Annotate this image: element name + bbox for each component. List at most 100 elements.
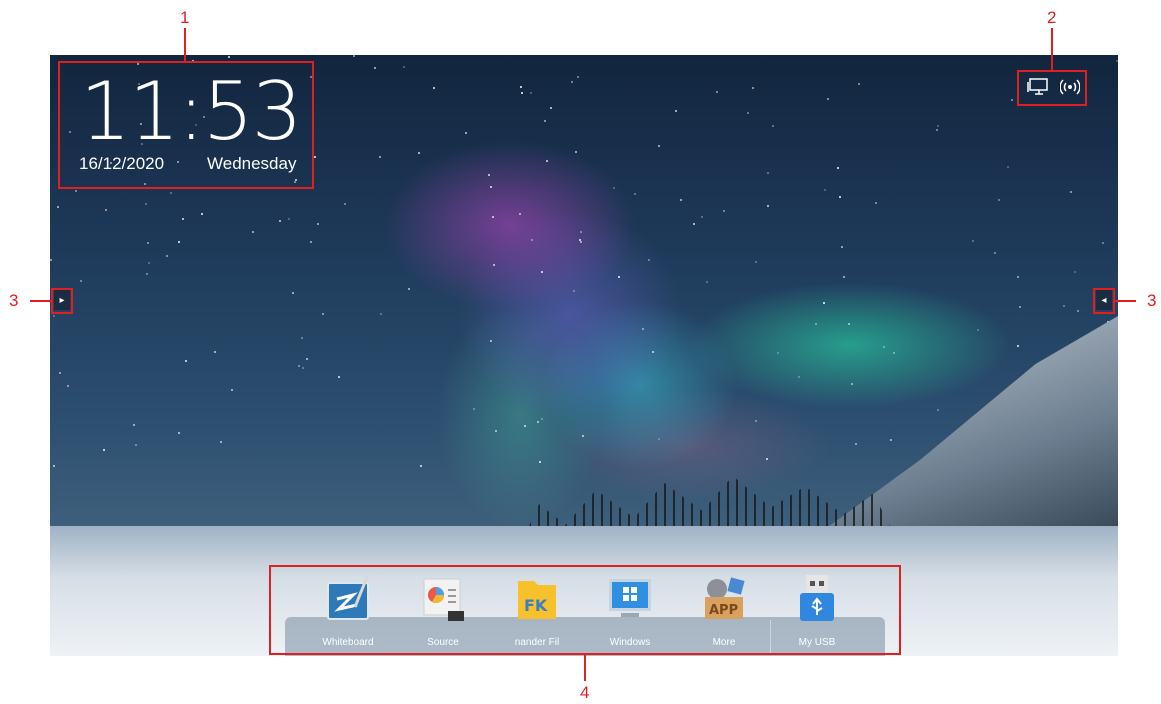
- star: [893, 352, 895, 354]
- callout-2: 2: [1047, 8, 1057, 27]
- star: [571, 81, 573, 83]
- star: [185, 360, 187, 362]
- star: [550, 107, 552, 109]
- star: [524, 425, 526, 427]
- star: [231, 389, 233, 391]
- star: [228, 56, 230, 58]
- star: [1070, 191, 1072, 193]
- star: [301, 337, 303, 339]
- star: [490, 340, 492, 342]
- star: [777, 352, 779, 354]
- star: [147, 242, 149, 244]
- star: [680, 199, 682, 201]
- star: [50, 259, 52, 261]
- star: [135, 444, 137, 446]
- star: [618, 276, 620, 278]
- star: [59, 372, 61, 374]
- star: [302, 367, 304, 369]
- annotation-leader-2: [1051, 28, 1053, 70]
- callout-3-right: 3: [1147, 291, 1157, 310]
- star: [855, 443, 857, 445]
- star: [374, 67, 376, 69]
- star: [648, 259, 650, 261]
- star: [178, 432, 180, 434]
- star: [642, 328, 644, 330]
- star: [716, 91, 718, 93]
- annotation-box-right-handle: [1093, 288, 1115, 314]
- star: [292, 292, 294, 294]
- star: [490, 186, 492, 188]
- star: [214, 351, 216, 353]
- star: [577, 76, 579, 78]
- star: [541, 271, 543, 273]
- star: [166, 255, 168, 257]
- star: [495, 430, 497, 432]
- star: [815, 323, 817, 325]
- star: [433, 87, 435, 89]
- star: [531, 239, 533, 241]
- star: [851, 383, 853, 385]
- star: [178, 241, 180, 243]
- star: [841, 246, 843, 248]
- star: [747, 112, 749, 114]
- star: [858, 83, 860, 85]
- star: [972, 240, 974, 242]
- star: [170, 192, 172, 194]
- star: [105, 209, 107, 211]
- star: [994, 252, 996, 254]
- star: [353, 55, 355, 57]
- star: [693, 223, 695, 225]
- star: [767, 172, 769, 174]
- star: [827, 98, 829, 100]
- star: [322, 313, 324, 315]
- star: [890, 439, 892, 441]
- annotation-leader-1: [184, 28, 186, 61]
- star: [279, 220, 281, 222]
- star: [579, 239, 581, 241]
- star: [546, 160, 548, 162]
- star: [1116, 60, 1118, 62]
- star: [306, 358, 308, 360]
- star: [580, 231, 582, 233]
- star: [338, 376, 340, 378]
- star: [379, 156, 381, 158]
- star: [998, 199, 1000, 201]
- callout-1: 1: [180, 8, 190, 27]
- star: [420, 465, 422, 467]
- star: [408, 288, 410, 290]
- star: [201, 213, 203, 215]
- callout-3-left: 3: [9, 291, 19, 310]
- star: [520, 86, 522, 88]
- star: [403, 66, 405, 68]
- star: [220, 441, 222, 443]
- star: [701, 216, 703, 218]
- star: [658, 438, 660, 440]
- star: [752, 87, 754, 89]
- star: [53, 465, 55, 467]
- star: [541, 418, 543, 420]
- star: [1074, 271, 1076, 273]
- star: [145, 203, 147, 205]
- star: [1017, 276, 1019, 278]
- star: [539, 461, 541, 463]
- star: [1019, 306, 1021, 308]
- annotation-box-status: [1017, 70, 1087, 106]
- star: [146, 273, 148, 275]
- star: [53, 315, 55, 317]
- star: [75, 190, 77, 192]
- star: [766, 458, 768, 460]
- star: [380, 313, 382, 315]
- star: [519, 213, 521, 215]
- annotation-leader-4: [584, 655, 586, 681]
- star: [767, 205, 769, 207]
- star: [530, 92, 532, 94]
- star: [298, 365, 300, 367]
- annotation-box-clock: [58, 61, 314, 189]
- star: [103, 449, 105, 451]
- star: [723, 210, 725, 212]
- star: [317, 223, 319, 225]
- star: [798, 376, 800, 378]
- star: [652, 351, 654, 353]
- star: [544, 120, 546, 122]
- star: [493, 264, 495, 266]
